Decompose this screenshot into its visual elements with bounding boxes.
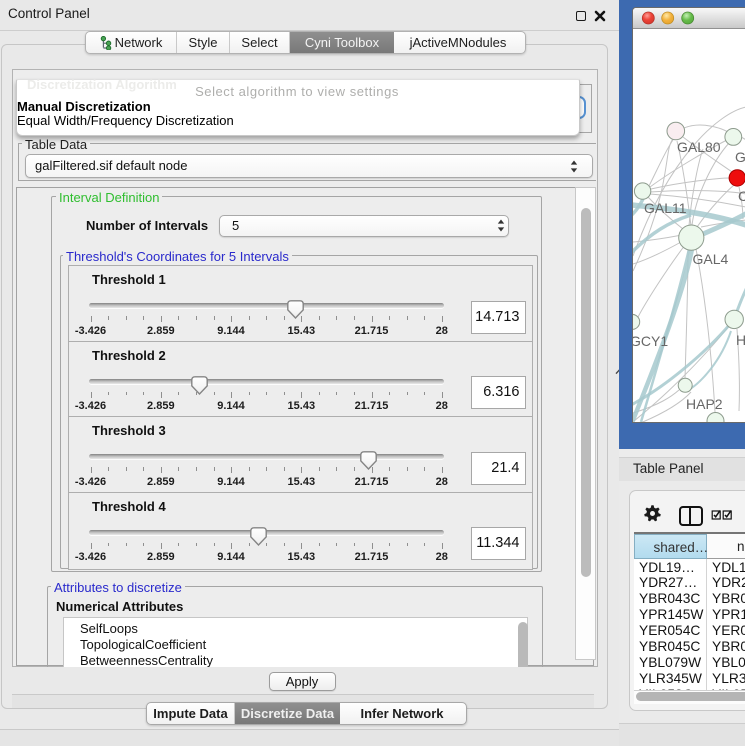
svg-text:C: C <box>738 188 745 204</box>
svg-text:GCY1: GCY1 <box>633 333 668 349</box>
svg-text:GAL11: GAL11 <box>644 200 687 216</box>
svg-text:GA: GA <box>735 149 745 165</box>
svg-text:GAL4: GAL4 <box>693 251 729 267</box>
svg-text:GAL80: GAL80 <box>677 139 721 155</box>
svg-text:HAP2: HAP2 <box>686 396 723 412</box>
svg-text:H: H <box>736 332 745 348</box>
